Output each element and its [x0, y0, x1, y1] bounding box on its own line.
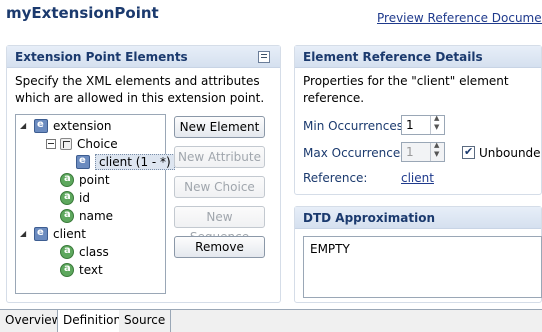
min-occurrences-spinner[interactable]: 1: [401, 114, 445, 135]
collapse-toggle-icon[interactable]: [46, 139, 56, 149]
tree-item-label: extension: [53, 119, 112, 133]
attribute-icon: [60, 191, 74, 205]
attribute-icon: [60, 173, 74, 187]
collapse-icon[interactable]: [258, 51, 270, 63]
tree-item-label: class: [79, 245, 109, 259]
spin-down-icon[interactable]: [431, 123, 444, 134]
tree-item-label: Choice: [77, 137, 118, 151]
attribute-icon: [60, 263, 74, 277]
expand-toggle-icon[interactable]: [20, 121, 30, 131]
min-occurrences-value[interactable]: 1: [406, 118, 414, 132]
reference-link[interactable]: client: [401, 171, 434, 185]
tree-item-client[interactable]: client: [20, 225, 86, 243]
preview-reference-link[interactable]: Preview Reference Document: [377, 11, 542, 25]
element-icon: [34, 227, 48, 241]
tree-item-id[interactable]: id: [60, 189, 90, 207]
editor-tab-bar: Overview Definition Source: [0, 309, 542, 332]
details-description: Properties for the "client" element refe…: [303, 74, 509, 105]
tree-item-label: text: [79, 263, 103, 277]
tab-source[interactable]: Source: [119, 310, 172, 332]
new-attribute-button[interactable]: New Attribute: [174, 146, 265, 168]
section-description: Specify the XML elements and attributes …: [15, 74, 265, 105]
element-icon: [34, 119, 48, 133]
tree-item-text[interactable]: text: [60, 261, 103, 279]
expand-toggle-icon[interactable]: [20, 229, 30, 239]
tree-item-label: client: [53, 227, 86, 241]
section-header: Extension Point Elements: [7, 46, 280, 68]
tree-item-choice[interactable]: Choice: [46, 135, 118, 153]
unbounded-label: Unbounde: [479, 146, 541, 160]
tree-item-label: id: [79, 191, 90, 205]
unbounded-checkbox[interactable]: [462, 145, 475, 159]
section-header: Element Reference Details: [295, 46, 541, 68]
tree-item-label: client (1 - *): [95, 154, 175, 170]
tree-item-name[interactable]: name: [60, 207, 113, 225]
tree-item-extension[interactable]: extension: [20, 117, 112, 135]
choice-icon: [60, 138, 72, 150]
tree-item-client-ref[interactable]: client (1 - *): [76, 153, 175, 171]
spinner-buttons[interactable]: [430, 141, 444, 161]
max-occurrences-spinner[interactable]: 1: [401, 141, 445, 162]
attribute-icon: [60, 245, 74, 259]
spin-down-icon[interactable]: [431, 150, 444, 161]
new-choice-button[interactable]: New Choice: [174, 176, 265, 198]
spinner-buttons[interactable]: [430, 114, 444, 134]
section-title: Element Reference Details: [303, 50, 483, 64]
new-element-button[interactable]: New Element: [174, 116, 265, 138]
tab-definition[interactable]: Definition: [57, 310, 128, 332]
tree-item-class[interactable]: class: [60, 243, 109, 261]
reference-label: Reference:: [303, 171, 368, 185]
section-title: DTD Approximation: [303, 211, 436, 225]
tree-item-label: point: [79, 173, 110, 187]
tree-item-point[interactable]: point: [60, 171, 110, 189]
max-occurrences-value[interactable]: 1: [406, 145, 414, 159]
max-occurrences-label: Max Occurrences:: [303, 146, 411, 160]
section-header: DTD Approximation: [295, 207, 541, 229]
element-tree[interactable]: extension Choice client (1 - *) point id…: [15, 114, 175, 294]
new-sequence-button[interactable]: New Sequence: [174, 206, 265, 244]
page-title: myExtensionPoint: [6, 4, 159, 22]
section-title: Extension Point Elements: [15, 50, 188, 64]
min-occurrences-label: Min Occurrences:: [303, 119, 408, 133]
tree-item-label: name: [79, 209, 114, 223]
dtd-text-area[interactable]: EMPTY: [303, 236, 542, 298]
remove-button[interactable]: Remove: [174, 236, 265, 258]
attribute-icon: [60, 209, 74, 223]
element-icon: [76, 155, 90, 169]
